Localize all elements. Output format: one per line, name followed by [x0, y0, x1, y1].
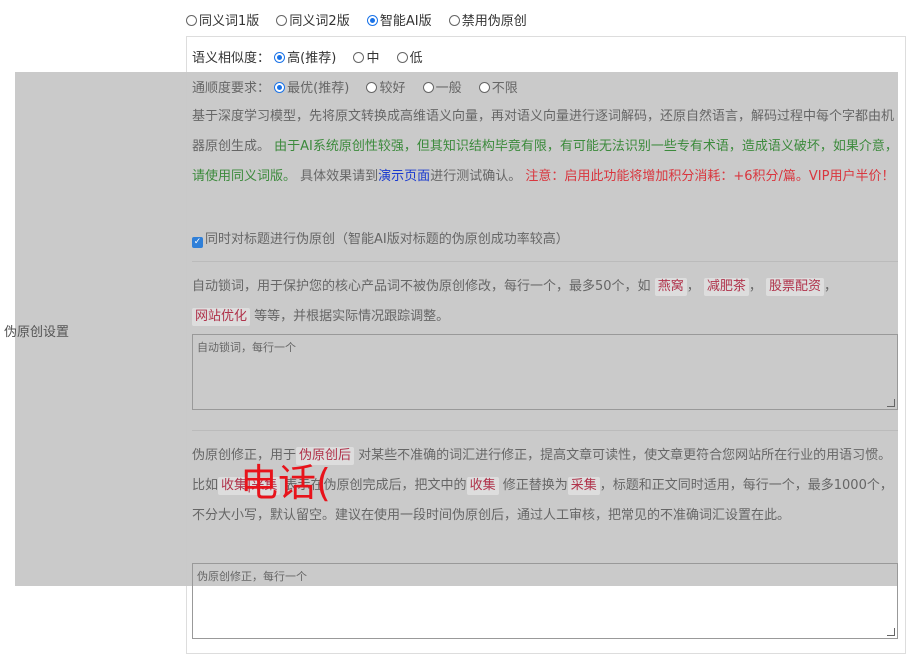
similarity-row: 语义相似度： 高(推荐) 中 低 [192, 47, 436, 66]
radio-icon[interactable] [366, 82, 378, 93]
similarity-high[interactable]: 高(推荐) [274, 47, 336, 66]
example-tag: 采集 [567, 477, 600, 495]
ai-description: 基于深度学习模型，先将原文转换成高维语义向量，再对语义向量进行逐词解码，还原自然… [192, 109, 898, 184]
example-tag: 减肥茶 [703, 278, 749, 296]
checkbox-checked-icon[interactable]: ✓ [192, 237, 203, 248]
radio-icon[interactable] [478, 82, 490, 93]
cost-notice: 注意：启用此功能将增加积分消耗：+6积分/篇。VIP用户半价！ [525, 169, 895, 184]
radio-selected-icon[interactable] [274, 82, 286, 93]
lock-words-textarea[interactable]: 自动锁词，每行一个 [192, 334, 898, 410]
title-checkbox-label: 同时对标题进行伪原创（智能AI版对标题的伪原创成功率较高） [205, 232, 569, 247]
fluency-any[interactable]: 不限 [478, 77, 518, 96]
fix-words-textarea[interactable]: 伪原创修正，每行一个 [192, 563, 898, 639]
radio-icon[interactable] [396, 52, 408, 63]
radio-icon[interactable] [448, 15, 460, 26]
lock-description: 自动锁词，用于保护您的核心产品词不被伪原创修改，每行一个，最多50个，如 燕窝，… [192, 278, 838, 326]
section-label: 伪原创设置 [4, 325, 70, 340]
example-tag: 股票配资 [766, 278, 825, 296]
radio-selected-icon[interactable] [366, 15, 378, 26]
radio-icon[interactable] [353, 52, 365, 63]
similarity-mid[interactable]: 中 [353, 47, 379, 66]
divider [192, 430, 898, 431]
mode-option-disable[interactable]: 禁用伪原创 [448, 10, 527, 29]
mode-options: 同义词1版 同义词2版 智能AI版 禁用伪原创 [186, 10, 540, 29]
divider [192, 261, 898, 262]
radio-selected-icon[interactable] [274, 52, 286, 63]
fluency-best[interactable]: 最优(推荐) [274, 77, 349, 96]
example-tag: 网站优化 [192, 308, 251, 326]
similarity-low[interactable]: 低 [396, 47, 423, 66]
fluency-row: 通顺度要求： 最优(推荐) 较好 一般 不限 [192, 77, 531, 96]
mode-option-synonym1[interactable]: 同义词1版 [186, 10, 259, 29]
mode-option-synonym2[interactable]: 同义词2版 [276, 10, 350, 29]
example-tag: 收集 [466, 477, 499, 495]
fluency-normal[interactable]: 一般 [422, 77, 462, 96]
demo-link[interactable]: 演示页面 [378, 169, 430, 184]
radio-icon[interactable] [186, 15, 197, 26]
mode-option-ai[interactable]: 智能AI版 [366, 10, 432, 29]
example-tag: 燕窝 [654, 278, 687, 296]
title-checkbox-row[interactable]: ✓ 同时对标题进行伪原创（智能AI版对标题的伪原创成功率较高） [192, 228, 569, 248]
phone-watermark: 电话( [240, 461, 331, 505]
fluency-label: 通顺度要求： [192, 81, 271, 96]
radio-icon[interactable] [422, 82, 434, 93]
fluency-good[interactable]: 较好 [366, 77, 405, 96]
radio-icon[interactable] [276, 15, 288, 26]
similarity-label: 语义相似度： [192, 51, 271, 66]
